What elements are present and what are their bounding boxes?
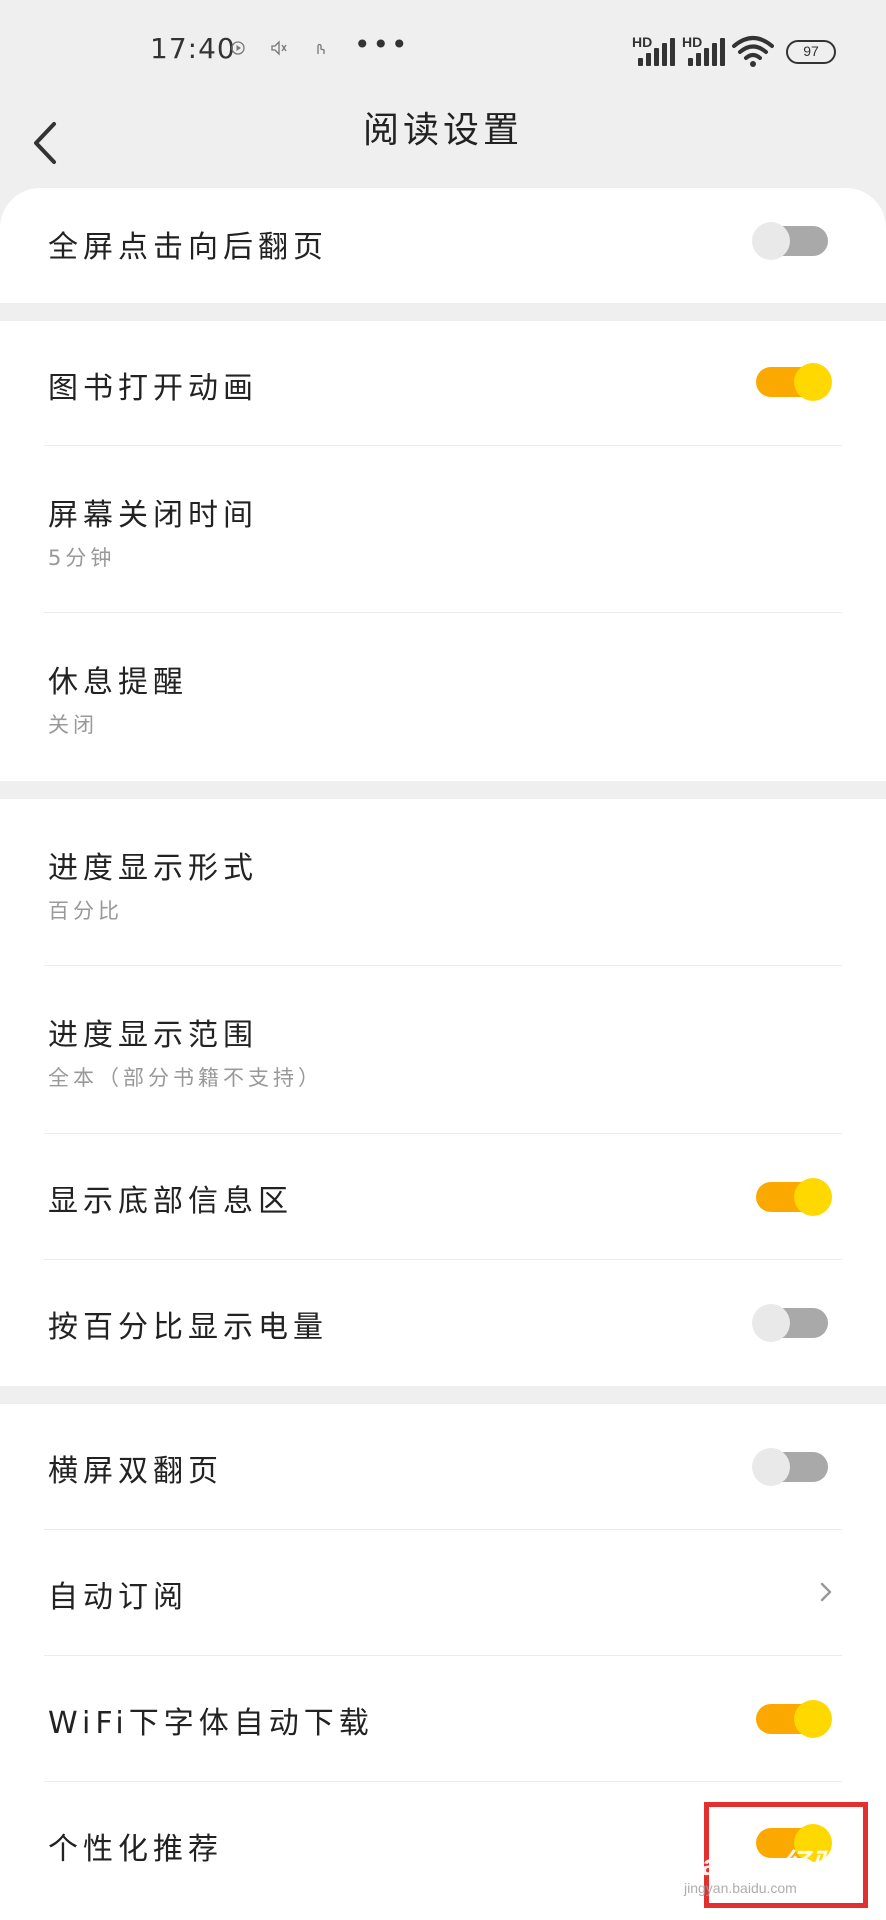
setting-landscape-double[interactable]: 横屏双翻页 <box>44 1404 842 1530</box>
signal-hd-label: HD <box>632 34 653 50</box>
setting-title: 进度显示范围 <box>48 1018 258 1053</box>
setting-progress-format[interactable]: 进度显示形式 百分比 <box>44 799 842 966</box>
touch-icon <box>312 40 328 60</box>
setting-title: 个性化推荐 <box>48 1832 223 1867</box>
group-gap <box>0 303 886 321</box>
settings-group-3: 进度显示形式 百分比 进度显示范围 全本（部分书籍不支持） 显示底部信息区 按百… <box>0 799 886 1386</box>
more-notifications-icon: ••• <box>354 28 410 61</box>
setting-value: 5分钟 <box>48 546 116 570</box>
setting-title: 图书打开动画 <box>48 371 258 406</box>
screen: 17:40 ••• HD HD 97 阅读设置 全屏点击向后翻页 图书打开动画 … <box>0 0 886 1920</box>
group-gap <box>0 781 886 799</box>
setting-progress-range[interactable]: 进度显示范围 全本（部分书籍不支持） <box>44 966 842 1134</box>
setting-value: 全本（部分书籍不支持） <box>48 1066 323 1090</box>
setting-title: 休息提醒 <box>48 665 188 700</box>
setting-value: 百分比 <box>48 899 123 923</box>
battery-percent-toggle[interactable] <box>752 1304 828 1342</box>
settings-group-2: 图书打开动画 屏幕关闭时间 5分钟 休息提醒 关闭 <box>0 321 886 781</box>
wifi-icon <box>732 34 774 68</box>
chevron-right-icon <box>820 1582 832 1602</box>
fullscreen-tap-toggle[interactable] <box>752 222 828 260</box>
setting-title: 横屏双翻页 <box>48 1454 223 1489</box>
signal-hd-label: HD <box>682 34 703 50</box>
setting-title: WiFi下字体自动下载 <box>48 1706 374 1741</box>
group-gap <box>0 1386 886 1404</box>
header: 阅读设置 <box>0 100 886 190</box>
setting-title: 进度显示形式 <box>48 851 258 886</box>
wifi-font-download-toggle[interactable] <box>756 1700 832 1738</box>
setting-title: 自动订阅 <box>48 1580 188 1615</box>
setting-title: 屏幕关闭时间 <box>48 498 258 533</box>
setting-value: 关闭 <box>48 713 98 737</box>
setting-auto-subscribe[interactable]: 自动订阅 <box>44 1530 842 1656</box>
watermark-url: jingyan.baidu.com <box>684 1880 797 1896</box>
setting-bottom-info[interactable]: 显示底部信息区 <box>44 1134 842 1260</box>
signal-icon-sim2: HD <box>682 34 728 68</box>
settings-list: 全屏点击向后翻页 图书打开动画 屏幕关闭时间 5分钟 休息提醒 关闭 进度显示形… <box>0 188 886 1920</box>
setting-wifi-font-download[interactable]: WiFi下字体自动下载 <box>44 1656 842 1782</box>
landscape-double-toggle[interactable] <box>752 1448 828 1486</box>
status-bar: 17:40 ••• HD HD 97 <box>0 0 886 100</box>
setting-rest-reminder[interactable]: 休息提醒 关闭 <box>44 613 842 781</box>
signal-icon-sim1: HD <box>632 34 678 68</box>
setting-screen-off-time[interactable]: 屏幕关闭时间 5分钟 <box>44 446 842 613</box>
setting-title: 按百分比显示电量 <box>48 1310 328 1345</box>
setting-fullscreen-tap[interactable]: 全屏点击向后翻页 <box>44 188 842 303</box>
status-time: 17:40 <box>150 32 236 65</box>
book-open-animation-toggle[interactable] <box>756 363 832 401</box>
setting-title: 全屏点击向后翻页 <box>48 230 328 265</box>
play-icon <box>230 40 246 60</box>
bottom-info-toggle[interactable] <box>756 1178 832 1216</box>
mute-icon <box>270 40 288 60</box>
page-title: 阅读设置 <box>362 110 523 151</box>
setting-title: 显示底部信息区 <box>48 1184 293 1219</box>
battery-indicator: 97 <box>786 40 836 64</box>
setting-battery-percent[interactable]: 按百分比显示电量 <box>44 1260 842 1386</box>
settings-group-1: 全屏点击向后翻页 <box>0 188 886 303</box>
watermark-logo: Bai du 经验 <box>680 1849 841 1882</box>
setting-book-open-animation[interactable]: 图书打开动画 <box>44 321 842 446</box>
